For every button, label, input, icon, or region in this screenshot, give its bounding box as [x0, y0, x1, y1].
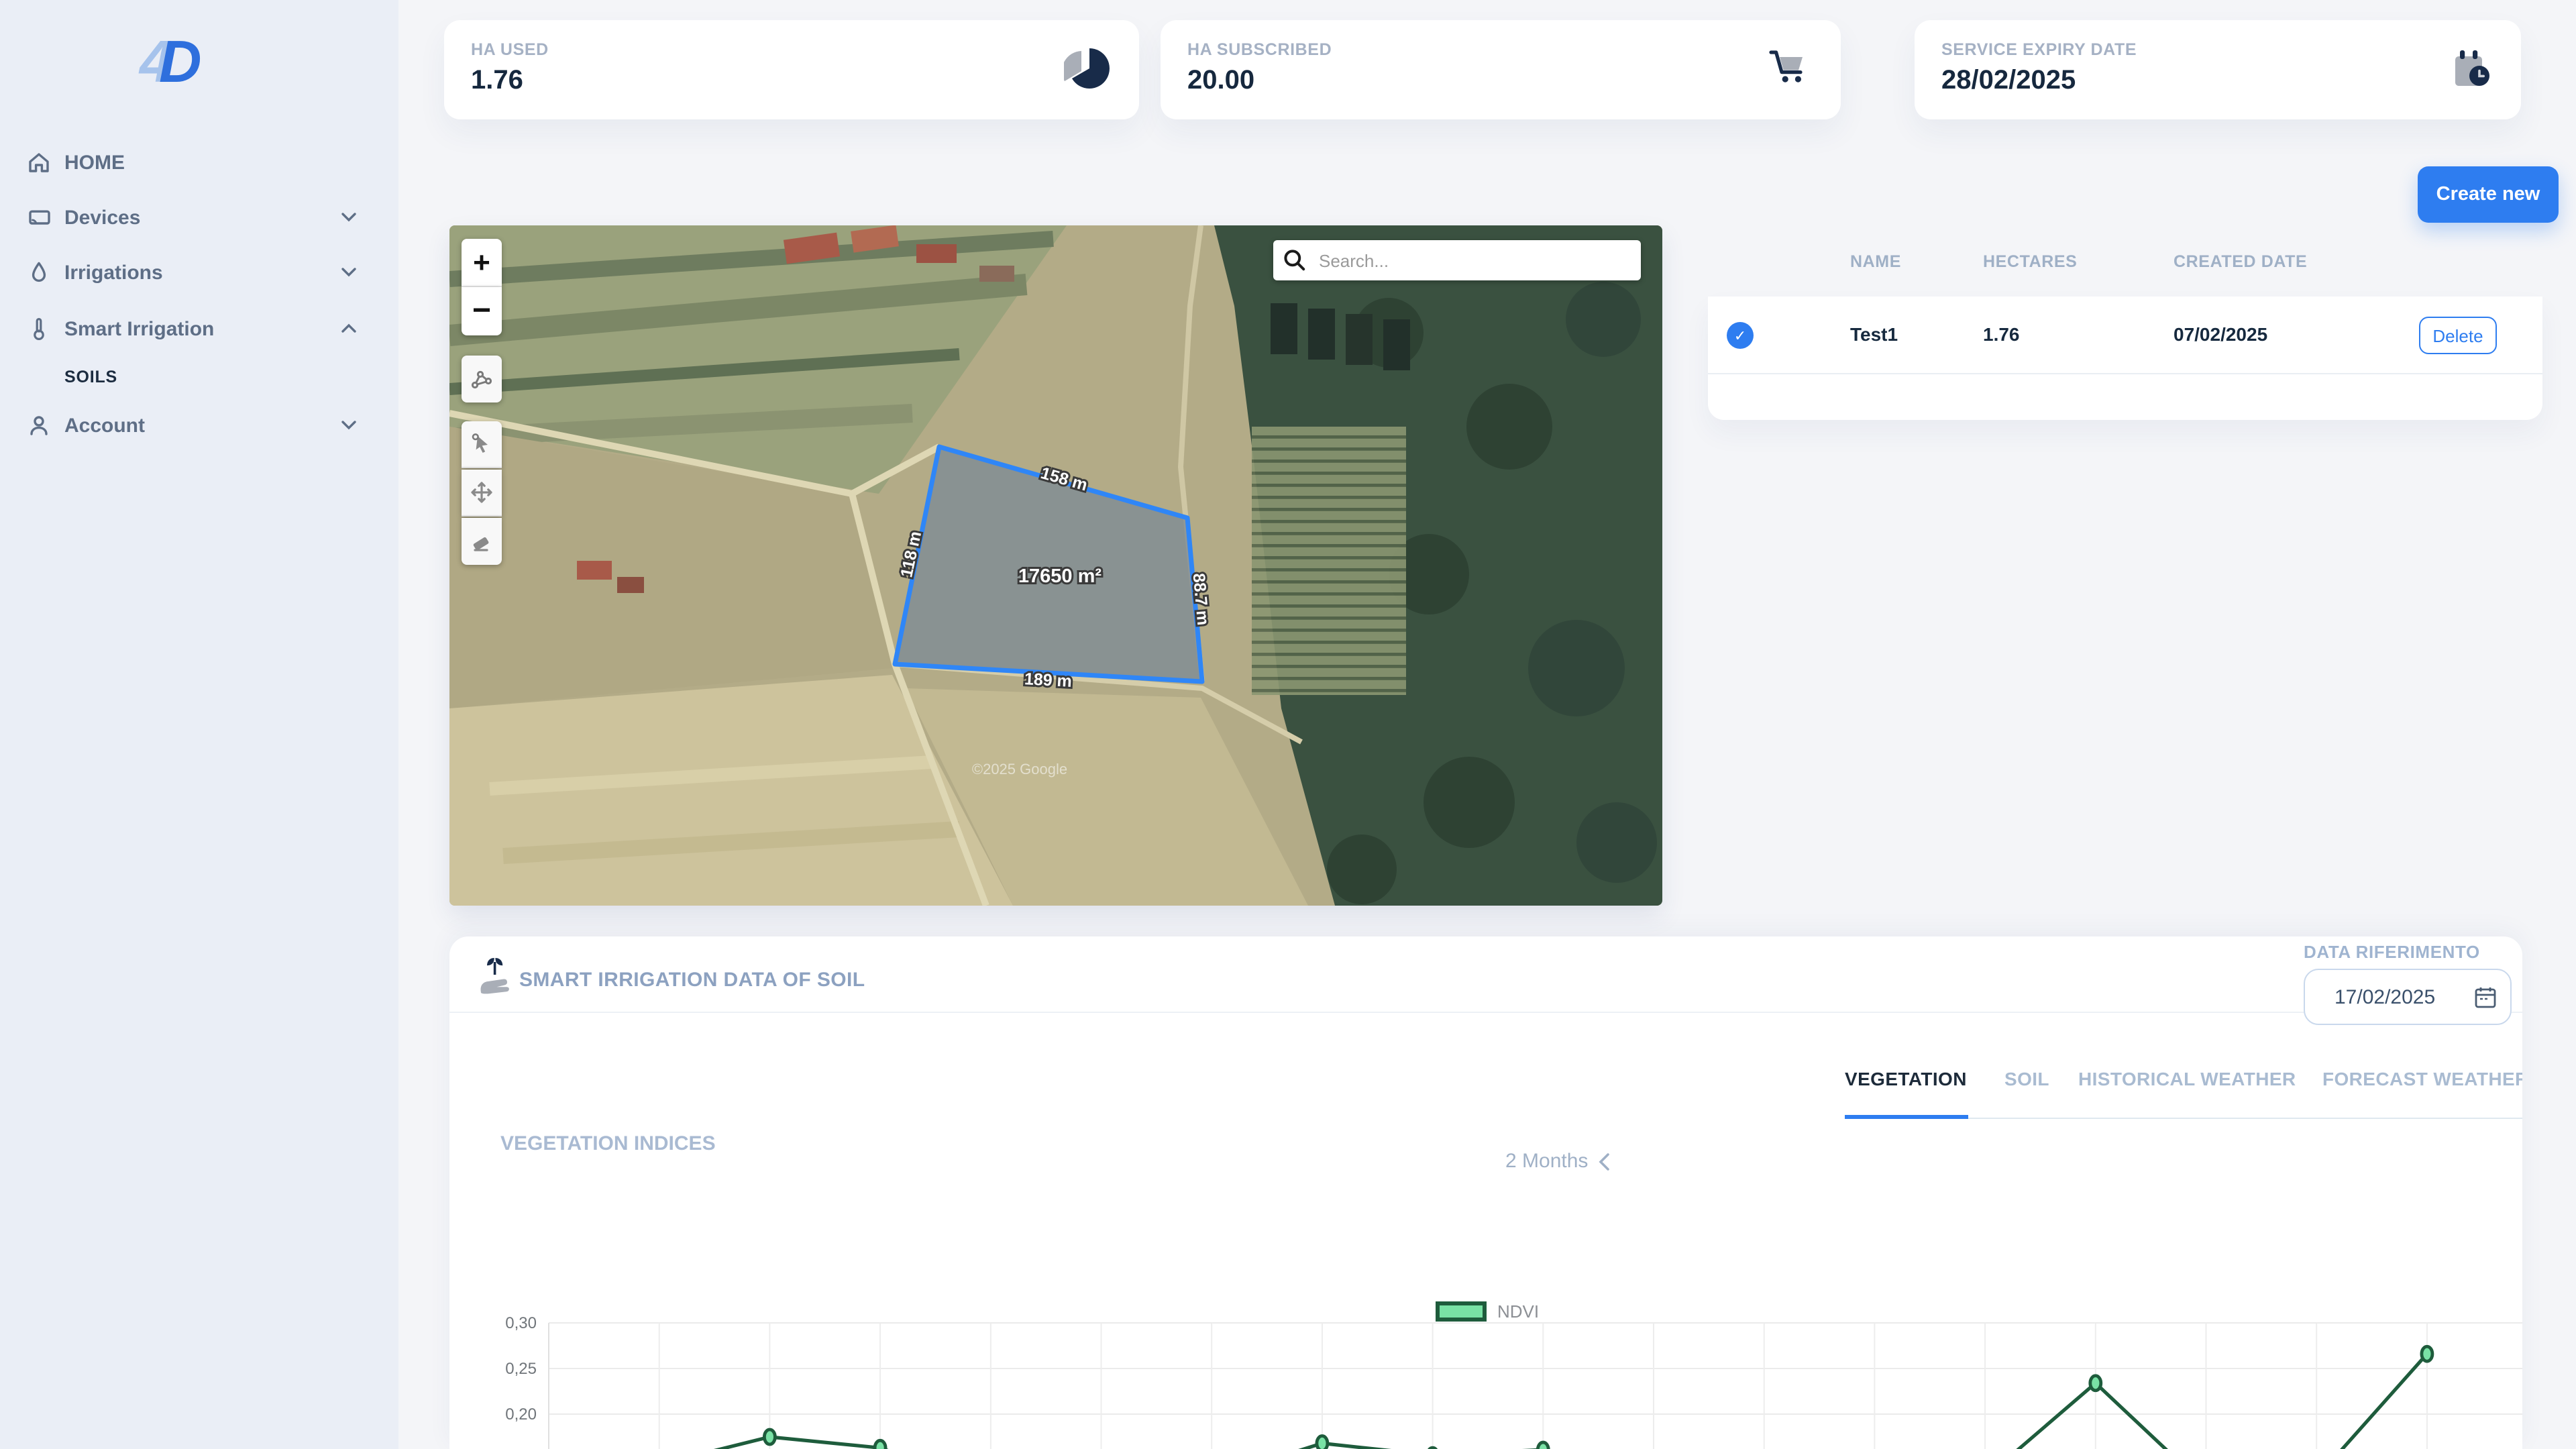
hand-plant-icon: [480, 958, 509, 994]
active-tab-underline: [1845, 1115, 1968, 1119]
chevron-down-icon: [341, 421, 356, 430]
chevron-left-icon: [1598, 1152, 1609, 1170]
calendar-icon[interactable]: [2474, 986, 2497, 1009]
date-input[interactable]: [2334, 970, 2469, 1024]
panel-title: SMART IRRIGATION DATA OF SOIL: [519, 969, 865, 991]
soils-table: NAME HECTARES CREATED DATE ✓ Test1 1.76 …: [1708, 228, 2542, 420]
devices-icon: [29, 210, 50, 225]
sidebar-item-label: Devices: [64, 206, 141, 229]
polygon-draw-icon: [471, 370, 492, 388]
logo-D: D: [158, 30, 202, 95]
pie-chart-icon: [1064, 48, 1110, 89]
range-label: 2 Months: [1505, 1150, 1589, 1173]
move-icon: [471, 482, 492, 503]
ndvi-legend-label: NDVI: [1497, 1301, 1540, 1322]
sidebar-item-label: SOILS: [64, 368, 118, 386]
map-search: [1273, 240, 1641, 280]
polygon-draw-tool-button[interactable]: [462, 356, 502, 402]
stat-card-ha-subscribed: HA SUBSCRIBED 20.00: [1161, 20, 1841, 119]
svg-text:0,25: 0,25: [505, 1360, 537, 1378]
area-label: 17650 m²: [1018, 566, 1102, 587]
chevron-down-icon: [341, 268, 356, 277]
map-zoom-in-button[interactable]: +: [462, 239, 502, 287]
stat-card-value: 1.76: [471, 66, 523, 95]
column-header-name: NAME: [1850, 252, 1902, 271]
stat-card-value: 28/02/2025: [1941, 66, 2076, 95]
smart-irrigation-icon: [34, 317, 44, 340]
stat-card-value: 20.00: [1187, 66, 1255, 95]
account-icon: [30, 416, 48, 435]
tab-soil[interactable]: SOIL: [2004, 1068, 2049, 1089]
sidebar-item-label: HOME: [64, 151, 125, 174]
column-header-hectares: HECTARES: [1983, 252, 2078, 271]
select-vertex-icon: [472, 433, 488, 453]
svg-text:0,30: 0,30: [505, 1314, 537, 1332]
sidebar-item-smart-irrigation[interactable]: Smart Irrigation: [0, 306, 398, 352]
home-icon: [29, 153, 49, 172]
chevron-up-icon: [341, 323, 356, 333]
table-body: ✓ Test1 1.76 07/02/2025 Delete: [1708, 297, 2542, 420]
stat-card-label: HA USED: [471, 40, 549, 59]
table-row[interactable]: ✓ Test1 1.76 07/02/2025 Delete: [1708, 297, 2542, 374]
create-new-button[interactable]: Create new: [2418, 166, 2559, 223]
eraser-icon: [473, 536, 489, 551]
sidebar-item-account[interactable]: Account: [0, 402, 398, 448]
erase-tool-button[interactable]: [462, 518, 502, 565]
stat-card-ha-used: HA USED 1.76: [444, 20, 1139, 119]
sidebar-item-home[interactable]: HOME: [0, 140, 398, 185]
ndvi-line-chart: 0,30 0,25 0,20: [505, 1314, 2522, 1449]
cell-created-date: 07/02/2025: [2174, 323, 2268, 345]
sidebar-item-devices[interactable]: Devices: [0, 195, 398, 240]
section-title: VEGETATION INDICES: [500, 1132, 716, 1155]
map-imagery: 158 m 118 m 88.7 m 189 m 17650 m²: [449, 225, 1662, 906]
column-header-created-date: CREATED DATE: [2174, 252, 2308, 271]
date-riferimento-field: [2304, 969, 2512, 1025]
sidebar-item-irrigations[interactable]: Irrigations: [0, 250, 398, 295]
sidebar-item-label: Smart Irrigation: [64, 317, 215, 340]
stat-card-label: SERVICE EXPIRY DATE: [1941, 40, 2137, 59]
calendar-clock-icon: [2455, 50, 2489, 86]
range-selector[interactable]: 2 Months: [1505, 1150, 1609, 1173]
satellite-map[interactable]: 158 m 118 m 88.7 m 189 m 17650 m² + − Se…: [449, 225, 1662, 906]
cell-hectares: 1.76: [1983, 323, 2020, 345]
delete-button[interactable]: Delete: [2419, 317, 2497, 354]
sidebar-item-soils[interactable]: SOILS: [0, 354, 398, 400]
select-vertex-tool-button[interactable]: [462, 421, 502, 468]
divider: [449, 1012, 2522, 1013]
svg-text:0,20: 0,20: [505, 1405, 537, 1424]
app-viewport: 4D HOME Devices Irrigations Smart Irriga…: [0, 0, 2576, 1449]
row-checkbox-checked[interactable]: ✓: [1727, 322, 1754, 349]
ndvi-legend-swatch: [1436, 1301, 1487, 1322]
cart-icon: [1769, 50, 1803, 83]
chart-legend: NDVI: [1436, 1301, 1539, 1322]
stat-card-service-expiry: SERVICE EXPIRY DATE 28/02/2025: [1915, 20, 2521, 119]
search-icon: [1284, 250, 1305, 271]
irrigations-icon: [32, 262, 46, 282]
edge-label-bottom: 189 m: [1024, 669, 1072, 691]
app-logo: 4D: [140, 30, 202, 97]
tab-forecast-weather[interactable]: FORECAST WEATHER: [2322, 1068, 2522, 1089]
map-zoom-out-button[interactable]: −: [462, 287, 502, 335]
tab-vegetation[interactable]: VEGETATION: [1845, 1068, 1967, 1089]
sidebar-item-label: Irrigations: [64, 261, 163, 284]
cell-name: Test1: [1850, 323, 1898, 345]
sidebar-item-label: Account: [64, 414, 145, 437]
map-search-input[interactable]: [1319, 250, 1614, 270]
soil-data-panel: 0,30 0,25 0,20 SMART IRRIGATION DATA OF SO…: [449, 936, 2522, 1449]
move-tool-button[interactable]: [462, 470, 502, 517]
date-riferimento-label: DATA RIFERIMENTO: [2304, 942, 2480, 962]
tab-historical-weather[interactable]: HISTORICAL WEATHER: [2078, 1068, 2296, 1089]
stat-card-label: HA SUBSCRIBED: [1187, 40, 1332, 59]
chevron-down-icon: [341, 213, 356, 222]
sidebar: 4D HOME Devices Irrigations Smart Irriga…: [0, 0, 398, 1449]
